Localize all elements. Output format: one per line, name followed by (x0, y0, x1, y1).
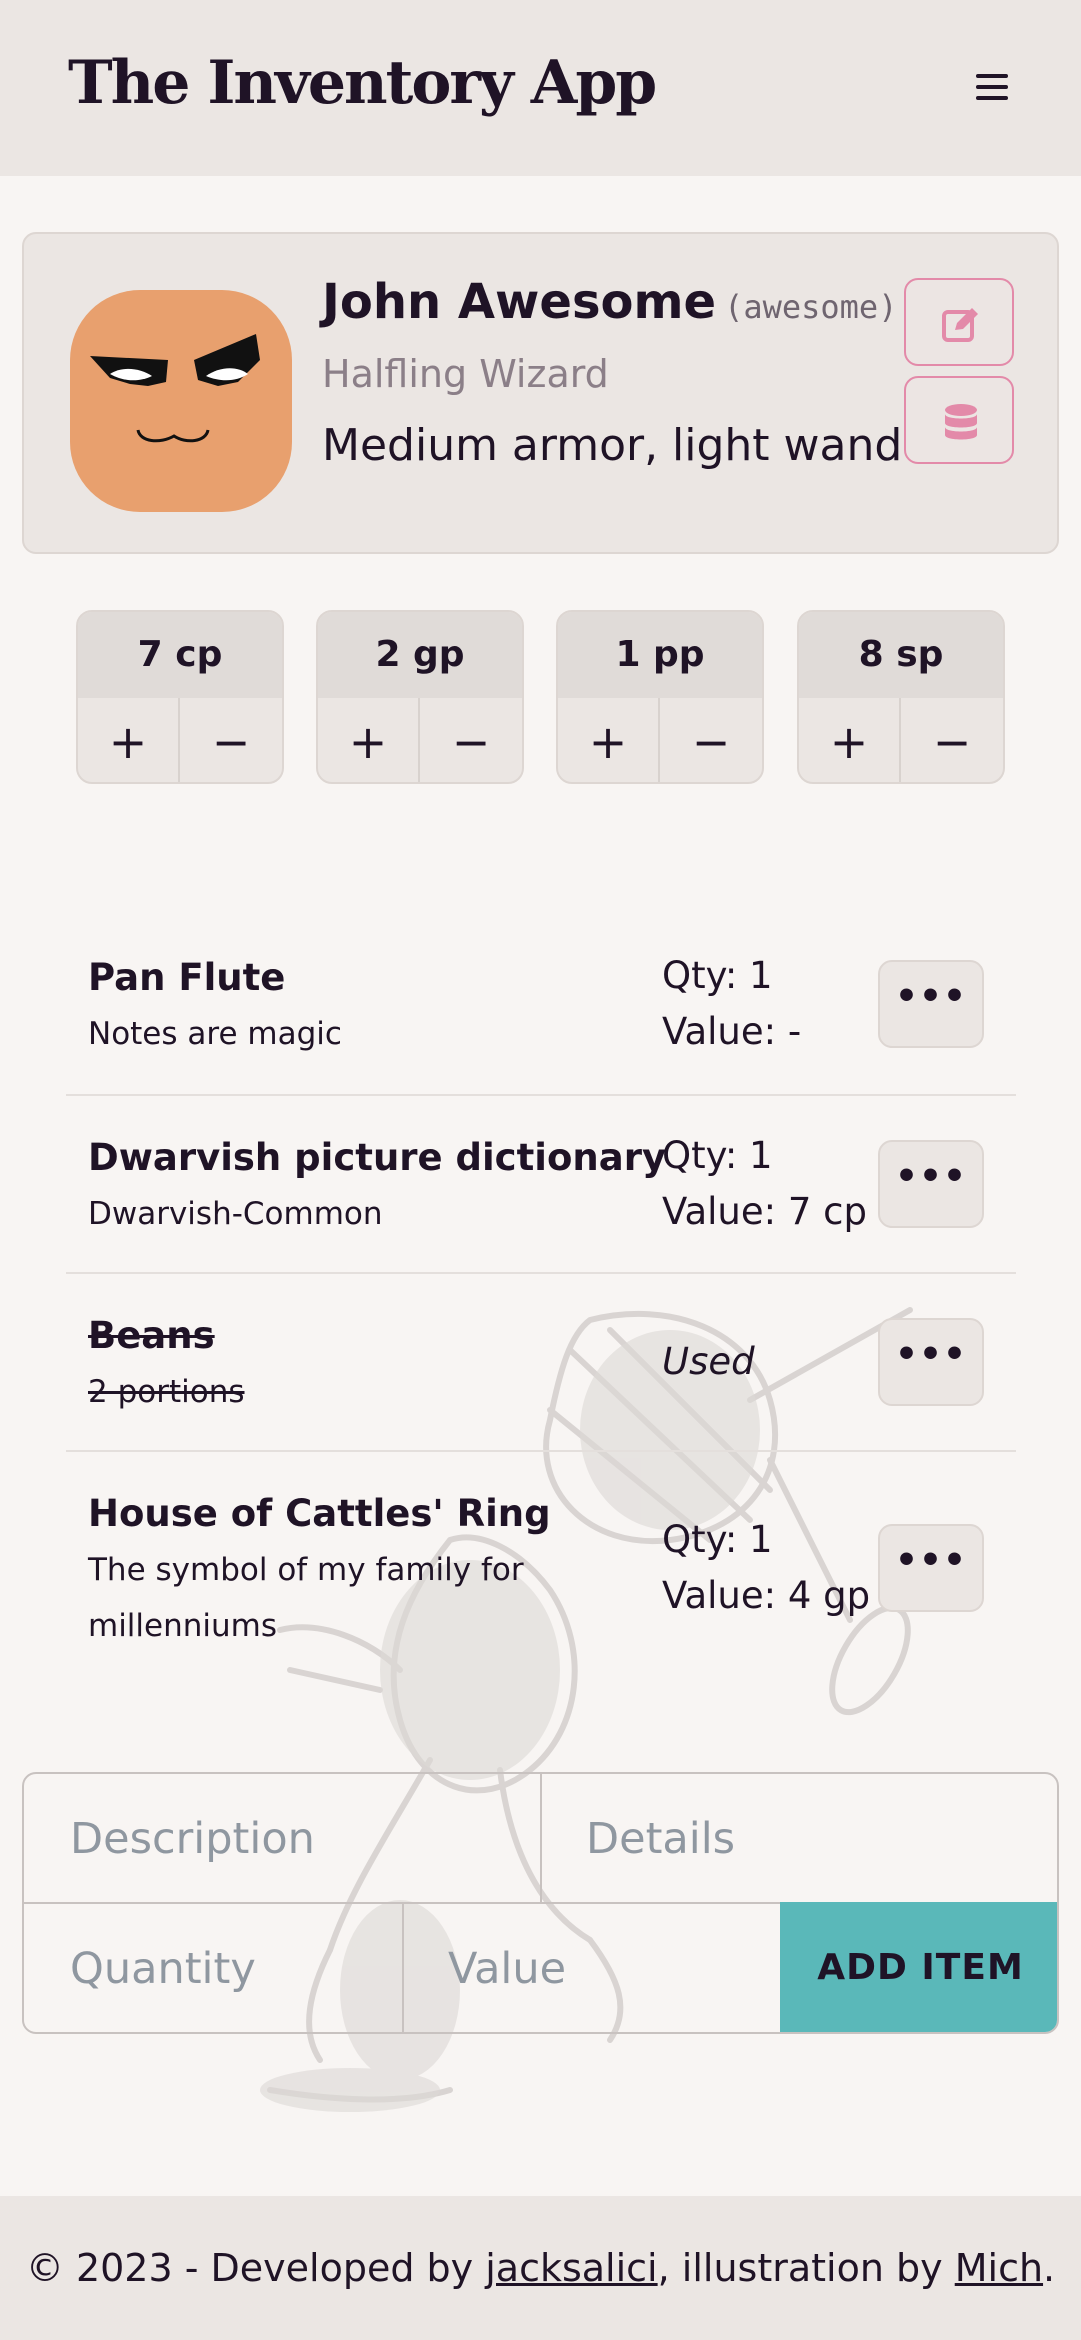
app-header: The Inventory App (0, 0, 1081, 176)
character-nickname: (awesome) (724, 288, 898, 326)
coin-increment-button[interactable]: + (558, 698, 660, 782)
character-name: John Awesome (awesome) (322, 274, 898, 330)
item-name: Beans (88, 1314, 215, 1357)
coin-value: 1 pp (558, 612, 762, 698)
description-input[interactable]: Description (24, 1774, 542, 1904)
coin-silver: 8 sp + − (797, 610, 1005, 784)
value-input[interactable]: Value (404, 1904, 780, 2032)
coin-value: 2 gp (318, 612, 522, 698)
item-description: The symbol of my family for millenniums (88, 1552, 524, 1644)
add-item-button[interactable]: ADD ITEM (780, 1902, 1057, 2032)
item-name: Pan Flute (88, 956, 286, 999)
coin-gold: 2 gp + − (316, 610, 524, 784)
item-description: Notes are magic (88, 1016, 342, 1052)
coin-decrement-button[interactable]: − (901, 698, 1003, 782)
list-item: Beans 2 portions Used ••• (66, 1274, 1016, 1452)
developer-link[interactable]: jacksalici (485, 2246, 657, 2290)
item-quantity: Qty: 1 (662, 954, 773, 997)
coin-decrement-button[interactable]: − (420, 698, 522, 782)
character-race-class: Halfling Wizard (322, 352, 609, 396)
illustrator-link[interactable]: Mich (955, 2246, 1043, 2290)
edit-character-button[interactable] (904, 278, 1014, 366)
item-value: Value: 4 gp (662, 1574, 871, 1617)
footer-middle: , illustration by (657, 2246, 955, 2290)
coin-copper: 7 cp + − (76, 610, 284, 784)
list-item: House of Cattles' Ring The symbol of my … (66, 1452, 1016, 1672)
item-quantity: Qty: 1 (662, 1518, 773, 1561)
footer: © 2023 - Developed by jacksalici, illust… (0, 2196, 1081, 2340)
coin-increment-button[interactable]: + (78, 698, 180, 782)
hamburger-menu-icon[interactable] (972, 70, 1012, 104)
item-value: Value: - (662, 1010, 802, 1053)
footer-suffix: . (1043, 2246, 1056, 2290)
coin-value: 8 sp (799, 612, 1003, 698)
footer-prefix: © 2023 - Developed by (25, 2246, 486, 2290)
item-status: Used (662, 1340, 755, 1383)
character-gear: Medium armor, light wand (322, 420, 903, 471)
coin-platinum: 1 pp + − (556, 610, 764, 784)
item-description: Dwarvish-Common (88, 1196, 383, 1232)
coin-decrement-button[interactable]: − (660, 698, 762, 782)
item-name: Dwarvish picture dictionary (88, 1136, 667, 1179)
coin-increment-button[interactable]: + (318, 698, 420, 782)
edit-icon (942, 308, 978, 342)
item-menu-button[interactable]: ••• (878, 1524, 984, 1612)
database-button[interactable] (904, 376, 1014, 464)
coin-increment-button[interactable]: + (799, 698, 901, 782)
list-item: Dwarvish picture dictionary Dwarvish-Com… (66, 1096, 1016, 1274)
list-item: Pan Flute Notes are magic Qty: 1 Value: … (66, 918, 1016, 1096)
character-card: John Awesome (awesome) Halfling Wizard Me… (22, 232, 1059, 554)
item-quantity: Qty: 1 (662, 1134, 773, 1177)
item-menu-button[interactable]: ••• (878, 960, 984, 1048)
item-menu-button[interactable]: ••• (878, 1318, 984, 1406)
item-description: 2 portions (88, 1374, 245, 1410)
database-icon (945, 404, 977, 440)
coin-value: 7 cp (78, 612, 282, 698)
item-name: House of Cattles' Ring (88, 1492, 551, 1535)
coin-decrement-button[interactable]: − (180, 698, 282, 782)
character-avatar (70, 290, 292, 512)
details-input[interactable]: Details (542, 1774, 1057, 1904)
quantity-input[interactable]: Quantity (24, 1904, 404, 2032)
item-menu-button[interactable]: ••• (878, 1140, 984, 1228)
item-value: Value: 7 cp (662, 1190, 867, 1233)
add-item-form: Description Details Quantity Value ADD I… (22, 1772, 1059, 2034)
app-title: The Inventory App (68, 48, 657, 118)
